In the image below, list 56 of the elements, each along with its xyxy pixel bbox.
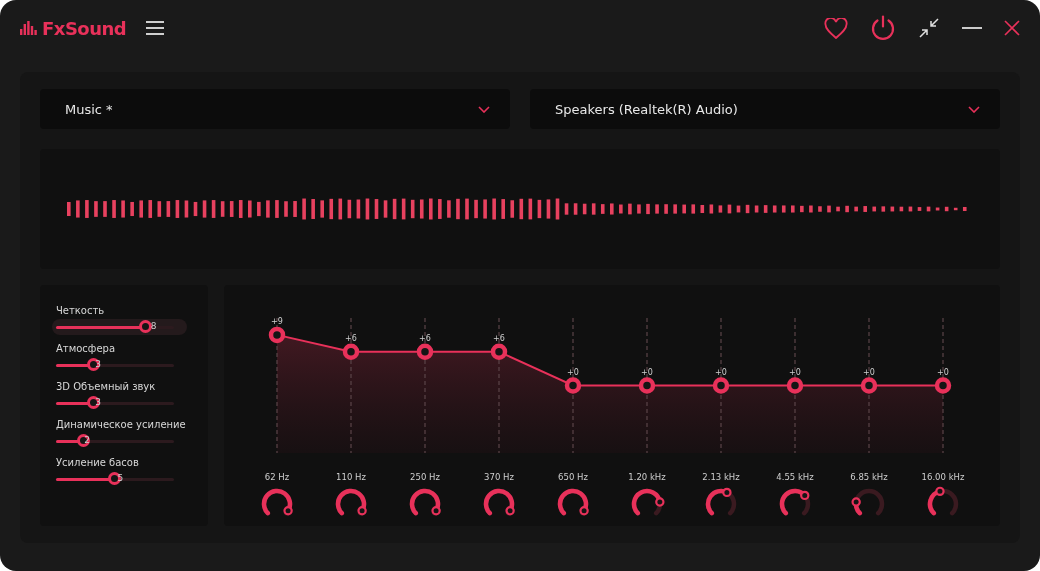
band-slider[interactable]: +0 (564, 317, 582, 454)
band-slider[interactable]: +0 (786, 317, 804, 454)
band-knob[interactable] (557, 488, 589, 516)
band-knob[interactable] (779, 488, 811, 516)
band-knob[interactable] (927, 486, 959, 516)
effect-value: 2 (84, 435, 90, 445)
band-knob[interactable] (409, 488, 441, 516)
effect-label: Четкость (56, 305, 106, 316)
frequency-label: 650 Hz (558, 472, 588, 482)
frequency-label: 16.00 kHz (921, 472, 965, 482)
band-slider[interactable]: +6 (490, 317, 508, 454)
logo-bars-icon (20, 21, 38, 35)
effect-slider[interactable] (56, 434, 174, 448)
effect-label: Динамическое усиление (56, 419, 187, 430)
shrink-icon[interactable] (918, 17, 940, 39)
frequency-label: 110 Hz (336, 472, 366, 482)
effect-value: 8 (150, 321, 157, 331)
band-knob[interactable] (631, 488, 665, 516)
frequency-label: 370 Hz (484, 472, 514, 482)
frequency-label: 62 Hz (264, 472, 290, 482)
effect-label: 3D Объемный звук (56, 381, 157, 392)
effect-label: Атмосфера (56, 343, 116, 354)
output-dropdown[interactable]: Speakers (Realtek(R) Audio) (530, 89, 1000, 129)
band-knob[interactable] (483, 488, 515, 516)
band-slider[interactable]: +0 (712, 317, 730, 454)
band-slider[interactable]: +9 (268, 316, 286, 454)
app-name: FxSound (42, 17, 127, 39)
band-slider[interactable]: +0 (934, 317, 952, 454)
band-knob[interactable] (261, 488, 293, 516)
frequency-label: 250 Hz (410, 472, 440, 482)
effect-label: Усиление басов (56, 457, 140, 468)
effect-slider[interactable] (56, 358, 174, 372)
band-knob[interactable] (335, 488, 367, 516)
band-slider[interactable]: +6 (416, 317, 434, 454)
effect-value: 5 (117, 473, 124, 483)
heart-icon[interactable] (824, 17, 848, 39)
band-slider[interactable]: +0 (860, 317, 878, 454)
power-icon[interactable] (870, 15, 896, 41)
menu-icon[interactable] (146, 21, 165, 35)
effect-slider[interactable] (56, 472, 174, 486)
chevron-icon (478, 105, 490, 113)
band-slider[interactable]: +0 (638, 317, 656, 454)
effect-value: 3 (95, 397, 102, 407)
close-icon[interactable] (1004, 20, 1020, 36)
chevron-icon (968, 105, 980, 113)
frequency-label: 4.55 kHz (776, 472, 814, 482)
frequency-label: 2.13 kHz (702, 472, 740, 482)
frequency-label: 1.20 kHz (628, 472, 666, 482)
effect-slider[interactable] (56, 396, 174, 410)
effect-slider[interactable] (56, 320, 174, 334)
preset-dropdown[interactable]: Music * (40, 89, 510, 129)
band-slider[interactable]: +6 (342, 317, 360, 454)
effect-value: 3 (95, 359, 102, 369)
frequency-label: 6.85 kHz (850, 472, 888, 482)
band-knob[interactable] (851, 488, 885, 516)
band-knob[interactable] (705, 487, 737, 516)
